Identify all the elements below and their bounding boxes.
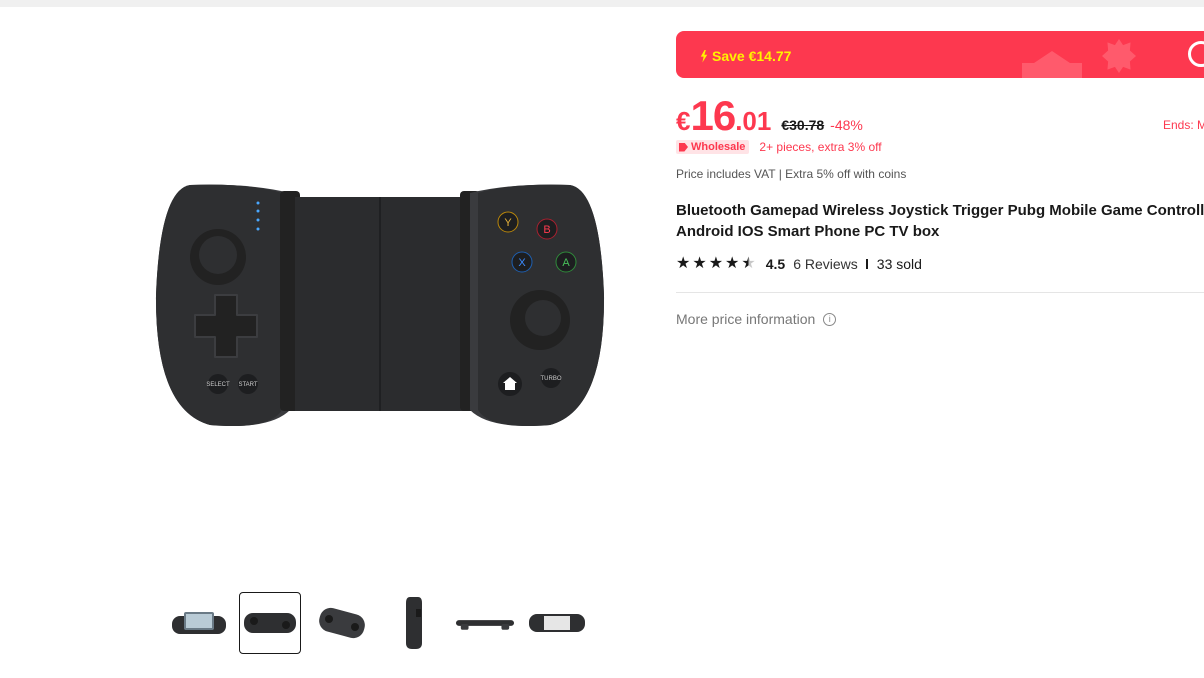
decoration-shape xyxy=(1022,51,1082,78)
thumbnail-4[interactable] xyxy=(383,592,445,654)
rating-row[interactable]: ★ ★ ★ ★ ★ 4.5 6 Reviews 33 sold xyxy=(676,256,922,273)
svg-text:Y: Y xyxy=(504,217,512,229)
wholesale-badge-label: Wholesale xyxy=(691,141,746,153)
star-icon: ★ xyxy=(692,255,707,272)
info-icon[interactable]: i xyxy=(823,312,837,326)
wholesale-badge: Wholesale xyxy=(676,140,750,154)
price-integer: 16 xyxy=(690,92,736,139)
price-decimal: .01 xyxy=(735,106,772,136)
top-bar xyxy=(0,0,1204,7)
product-title: Bluetooth Gamepad Wireless Joystick Trig… xyxy=(676,200,1204,242)
price-currency: € xyxy=(676,106,691,136)
lightning-icon xyxy=(700,49,708,63)
wholesale-offer-text: 2+ pieces, extra 3% off xyxy=(759,140,882,154)
thumbnail-5[interactable] xyxy=(454,592,516,654)
svg-text:SELECT: SELECT xyxy=(206,382,230,388)
vat-info: Price includes VAT | Extra 5% off with c… xyxy=(676,167,907,181)
clock-icon xyxy=(1188,41,1204,67)
decoration-badge-shape xyxy=(1102,39,1136,73)
reviews-link[interactable]: 6 Reviews xyxy=(793,256,858,272)
svg-text:A: A xyxy=(562,257,570,269)
discount-percent: -48% xyxy=(830,117,863,133)
star-rating: ★ ★ ★ ★ ★ xyxy=(676,256,756,272)
star-icon: ★ xyxy=(676,255,691,272)
thumbnail-3[interactable] xyxy=(311,592,373,654)
product-title-line-2: Android IOS Smart Phone PC TV box xyxy=(676,223,940,240)
save-promo-banner: Save €14.77 xyxy=(676,31,1204,78)
svg-text:START: START xyxy=(238,382,257,388)
sale-ends-label: Ends: M xyxy=(1163,118,1204,132)
more-price-info[interactable]: More price information i xyxy=(676,311,837,327)
separator xyxy=(865,259,868,269)
svg-text:X: X xyxy=(518,257,526,269)
star-icon: ★ xyxy=(708,255,724,272)
half-star-icon: ★ xyxy=(741,255,756,272)
thumbnail-2[interactable] xyxy=(239,592,301,654)
divider xyxy=(676,292,1204,293)
product-title-line-1: Bluetooth Gamepad Wireless Joystick Trig… xyxy=(676,202,1204,219)
original-price: €30.78 xyxy=(781,117,825,133)
price-block: € 16 .01 €30.78 -48% xyxy=(676,92,863,140)
svg-text:TURBO: TURBO xyxy=(541,376,562,382)
rating-value: 4.5 xyxy=(765,256,786,272)
main-product-image[interactable]: SELECT START Y B X A TURBO xyxy=(150,175,610,435)
save-amount: Save €14.77 xyxy=(700,48,791,64)
star-icon: ★ xyxy=(725,255,740,272)
svg-text:B: B xyxy=(543,224,550,236)
wholesale-row: Wholesale 2+ pieces, extra 3% off xyxy=(676,140,882,154)
tag-icon xyxy=(679,142,688,152)
more-price-label[interactable]: More price information xyxy=(676,311,815,327)
thumbnail-1[interactable] xyxy=(168,592,230,654)
sold-count: 33 sold xyxy=(876,256,922,272)
thumbnail-6[interactable] xyxy=(526,592,588,654)
save-label: Save €14.77 xyxy=(712,48,792,64)
